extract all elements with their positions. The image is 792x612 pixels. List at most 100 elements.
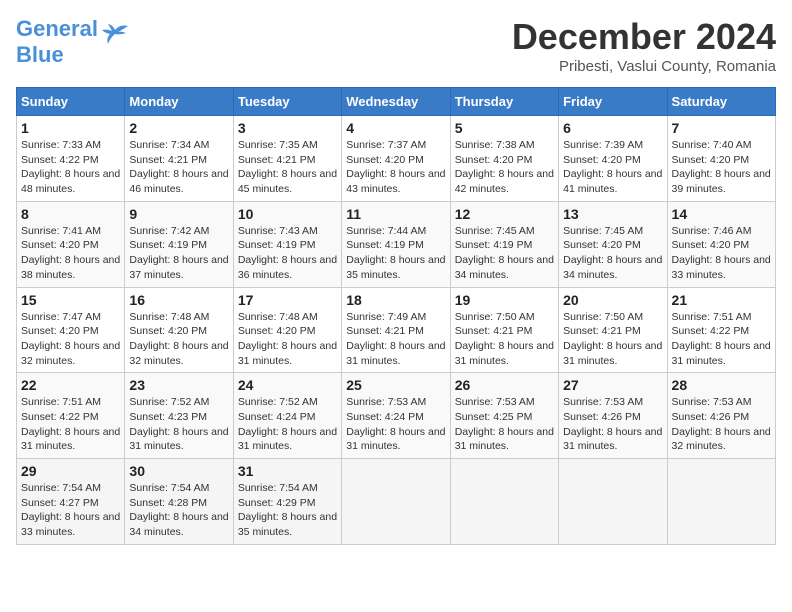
calendar-cell: 21 Sunrise: 7:51 AM Sunset: 4:22 PM Dayl…	[667, 287, 775, 373]
day-info: Sunrise: 7:42 AM Sunset: 4:19 PM Dayligh…	[129, 224, 228, 283]
calendar-cell: 9 Sunrise: 7:42 AM Sunset: 4:19 PM Dayli…	[125, 201, 233, 287]
day-number: 9	[129, 206, 228, 222]
day-info: Sunrise: 7:53 AM Sunset: 4:25 PM Dayligh…	[455, 395, 554, 454]
calendar-cell: 24 Sunrise: 7:52 AM Sunset: 4:24 PM Dayl…	[233, 373, 341, 459]
day-number: 5	[455, 120, 554, 136]
calendar-cell: 14 Sunrise: 7:46 AM Sunset: 4:20 PM Dayl…	[667, 201, 775, 287]
day-number: 31	[238, 463, 337, 479]
calendar-cell: 28 Sunrise: 7:53 AM Sunset: 4:26 PM Dayl…	[667, 373, 775, 459]
day-info: Sunrise: 7:47 AM Sunset: 4:20 PM Dayligh…	[21, 310, 120, 369]
calendar-cell	[342, 459, 450, 545]
calendar-cell: 11 Sunrise: 7:44 AM Sunset: 4:19 PM Dayl…	[342, 201, 450, 287]
day-info: Sunrise: 7:37 AM Sunset: 4:20 PM Dayligh…	[346, 138, 445, 197]
logo-bird-icon	[100, 22, 130, 52]
day-info: Sunrise: 7:45 AM Sunset: 4:19 PM Dayligh…	[455, 224, 554, 283]
day-info: Sunrise: 7:53 AM Sunset: 4:24 PM Dayligh…	[346, 395, 445, 454]
calendar-cell: 13 Sunrise: 7:45 AM Sunset: 4:20 PM Dayl…	[559, 201, 667, 287]
day-info: Sunrise: 7:48 AM Sunset: 4:20 PM Dayligh…	[238, 310, 337, 369]
day-number: 20	[563, 292, 662, 308]
day-info: Sunrise: 7:54 AM Sunset: 4:27 PM Dayligh…	[21, 481, 120, 540]
location: Pribesti, Vaslui County, Romania	[512, 58, 776, 75]
header-sunday: Sunday	[17, 88, 125, 116]
day-number: 3	[238, 120, 337, 136]
header-saturday: Saturday	[667, 88, 775, 116]
day-info: Sunrise: 7:53 AM Sunset: 4:26 PM Dayligh…	[563, 395, 662, 454]
header-thursday: Thursday	[450, 88, 558, 116]
day-info: Sunrise: 7:51 AM Sunset: 4:22 PM Dayligh…	[672, 310, 771, 369]
day-info: Sunrise: 7:35 AM Sunset: 4:21 PM Dayligh…	[238, 138, 337, 197]
calendar-header-row: Sunday Monday Tuesday Wednesday Thursday…	[17, 88, 776, 116]
day-number: 2	[129, 120, 228, 136]
calendar-cell: 19 Sunrise: 7:50 AM Sunset: 4:21 PM Dayl…	[450, 287, 558, 373]
calendar-cell: 23 Sunrise: 7:52 AM Sunset: 4:23 PM Dayl…	[125, 373, 233, 459]
header-wednesday: Wednesday	[342, 88, 450, 116]
title-block: December 2024 Pribesti, Vaslui County, R…	[512, 16, 776, 75]
day-info: Sunrise: 7:45 AM Sunset: 4:20 PM Dayligh…	[563, 224, 662, 283]
day-info: Sunrise: 7:40 AM Sunset: 4:20 PM Dayligh…	[672, 138, 771, 197]
calendar-cell: 17 Sunrise: 7:48 AM Sunset: 4:20 PM Dayl…	[233, 287, 341, 373]
calendar-cell: 15 Sunrise: 7:47 AM Sunset: 4:20 PM Dayl…	[17, 287, 125, 373]
calendar-cell: 12 Sunrise: 7:45 AM Sunset: 4:19 PM Dayl…	[450, 201, 558, 287]
calendar-cell: 18 Sunrise: 7:49 AM Sunset: 4:21 PM Dayl…	[342, 287, 450, 373]
day-info: Sunrise: 7:39 AM Sunset: 4:20 PM Dayligh…	[563, 138, 662, 197]
calendar-cell: 29 Sunrise: 7:54 AM Sunset: 4:27 PM Dayl…	[17, 459, 125, 545]
day-number: 25	[346, 377, 445, 393]
day-info: Sunrise: 7:48 AM Sunset: 4:20 PM Dayligh…	[129, 310, 228, 369]
calendar-cell	[559, 459, 667, 545]
day-number: 18	[346, 292, 445, 308]
day-info: Sunrise: 7:51 AM Sunset: 4:22 PM Dayligh…	[21, 395, 120, 454]
calendar-cell: 31 Sunrise: 7:54 AM Sunset: 4:29 PM Dayl…	[233, 459, 341, 545]
day-info: Sunrise: 7:44 AM Sunset: 4:19 PM Dayligh…	[346, 224, 445, 283]
day-number: 23	[129, 377, 228, 393]
day-number: 1	[21, 120, 120, 136]
day-number: 13	[563, 206, 662, 222]
day-number: 8	[21, 206, 120, 222]
calendar-cell: 7 Sunrise: 7:40 AM Sunset: 4:20 PM Dayli…	[667, 116, 775, 202]
calendar-cell: 5 Sunrise: 7:38 AM Sunset: 4:20 PM Dayli…	[450, 116, 558, 202]
day-number: 22	[21, 377, 120, 393]
calendar-cell: 30 Sunrise: 7:54 AM Sunset: 4:28 PM Dayl…	[125, 459, 233, 545]
calendar-cell	[450, 459, 558, 545]
day-number: 24	[238, 377, 337, 393]
calendar-cell: 10 Sunrise: 7:43 AM Sunset: 4:19 PM Dayl…	[233, 201, 341, 287]
day-number: 21	[672, 292, 771, 308]
day-number: 30	[129, 463, 228, 479]
header-tuesday: Tuesday	[233, 88, 341, 116]
day-number: 4	[346, 120, 445, 136]
calendar-cell: 20 Sunrise: 7:50 AM Sunset: 4:21 PM Dayl…	[559, 287, 667, 373]
day-number: 26	[455, 377, 554, 393]
day-info: Sunrise: 7:34 AM Sunset: 4:21 PM Dayligh…	[129, 138, 228, 197]
logo-text: GeneralBlue	[16, 16, 98, 68]
day-info: Sunrise: 7:54 AM Sunset: 4:29 PM Dayligh…	[238, 481, 337, 540]
day-info: Sunrise: 7:46 AM Sunset: 4:20 PM Dayligh…	[672, 224, 771, 283]
calendar-cell: 4 Sunrise: 7:37 AM Sunset: 4:20 PM Dayli…	[342, 116, 450, 202]
calendar-week-row: 15 Sunrise: 7:47 AM Sunset: 4:20 PM Dayl…	[17, 287, 776, 373]
day-number: 15	[21, 292, 120, 308]
day-number: 7	[672, 120, 771, 136]
day-info: Sunrise: 7:52 AM Sunset: 4:23 PM Dayligh…	[129, 395, 228, 454]
calendar-week-row: 1 Sunrise: 7:33 AM Sunset: 4:22 PM Dayli…	[17, 116, 776, 202]
header-monday: Monday	[125, 88, 233, 116]
day-number: 27	[563, 377, 662, 393]
month-title: December 2024	[512, 16, 776, 58]
calendar-cell: 22 Sunrise: 7:51 AM Sunset: 4:22 PM Dayl…	[17, 373, 125, 459]
day-number: 28	[672, 377, 771, 393]
calendar-cell: 6 Sunrise: 7:39 AM Sunset: 4:20 PM Dayli…	[559, 116, 667, 202]
calendar-cell: 26 Sunrise: 7:53 AM Sunset: 4:25 PM Dayl…	[450, 373, 558, 459]
day-number: 29	[21, 463, 120, 479]
day-info: Sunrise: 7:52 AM Sunset: 4:24 PM Dayligh…	[238, 395, 337, 454]
day-info: Sunrise: 7:49 AM Sunset: 4:21 PM Dayligh…	[346, 310, 445, 369]
calendar-week-row: 8 Sunrise: 7:41 AM Sunset: 4:20 PM Dayli…	[17, 201, 776, 287]
calendar-cell: 1 Sunrise: 7:33 AM Sunset: 4:22 PM Dayli…	[17, 116, 125, 202]
day-info: Sunrise: 7:33 AM Sunset: 4:22 PM Dayligh…	[21, 138, 120, 197]
calendar-cell: 3 Sunrise: 7:35 AM Sunset: 4:21 PM Dayli…	[233, 116, 341, 202]
day-number: 16	[129, 292, 228, 308]
day-number: 6	[563, 120, 662, 136]
logo: GeneralBlue	[16, 16, 130, 68]
day-number: 12	[455, 206, 554, 222]
calendar-week-row: 22 Sunrise: 7:51 AM Sunset: 4:22 PM Dayl…	[17, 373, 776, 459]
day-info: Sunrise: 7:41 AM Sunset: 4:20 PM Dayligh…	[21, 224, 120, 283]
day-info: Sunrise: 7:50 AM Sunset: 4:21 PM Dayligh…	[455, 310, 554, 369]
calendar-cell: 2 Sunrise: 7:34 AM Sunset: 4:21 PM Dayli…	[125, 116, 233, 202]
calendar-cell: 25 Sunrise: 7:53 AM Sunset: 4:24 PM Dayl…	[342, 373, 450, 459]
